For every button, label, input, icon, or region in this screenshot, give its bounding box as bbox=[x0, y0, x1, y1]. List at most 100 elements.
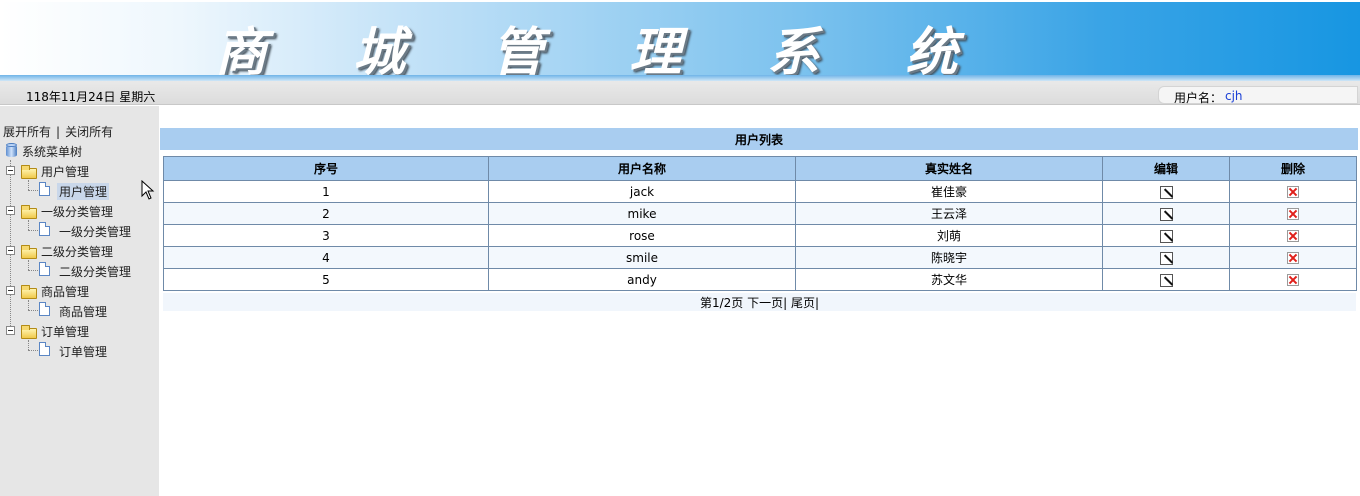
collapse-toggle-icon[interactable] bbox=[6, 286, 15, 295]
delete-icon[interactable] bbox=[1287, 230, 1299, 242]
tree-item-label: 用户管理 bbox=[57, 183, 110, 200]
folder-icon bbox=[21, 285, 37, 299]
edit-icon[interactable] bbox=[1159, 207, 1173, 221]
table-row: 3 rose 刘萌 bbox=[163, 224, 1357, 247]
tree-group-label: 商品管理 bbox=[41, 285, 90, 299]
delete-icon[interactable] bbox=[1287, 208, 1299, 220]
tree-connector bbox=[28, 220, 29, 230]
next-page-link[interactable]: 下一页 bbox=[747, 296, 783, 310]
current-date: 118年11月24日 星期六 bbox=[26, 90, 156, 104]
table-row: 1 jack 崔佳豪 bbox=[163, 180, 1357, 203]
column-header-realname: 真实姓名 bbox=[795, 156, 1103, 181]
cell-edit bbox=[1102, 224, 1230, 247]
edit-icon[interactable] bbox=[1159, 273, 1173, 287]
collapse-toggle-icon[interactable] bbox=[6, 326, 15, 335]
cell-username: jack bbox=[488, 180, 796, 203]
tree-item-label: 二级分类管理 bbox=[59, 265, 132, 279]
tree-item-label: 商品管理 bbox=[59, 305, 108, 319]
collapse-toggle-icon[interactable] bbox=[6, 246, 15, 255]
folder-icon bbox=[21, 325, 37, 339]
tree-group-label: 订单管理 bbox=[41, 325, 90, 339]
cell-realname: 崔佳豪 bbox=[795, 180, 1103, 203]
tree-item-label: 一级分类管理 bbox=[59, 225, 132, 239]
tree-root-label: 系统菜单树 bbox=[22, 145, 83, 159]
mouse-cursor-icon bbox=[141, 180, 155, 200]
main-content: 用户列表 序号 用户名称 真实姓名 编辑 删除 1 jack 崔佳豪 2 mik… bbox=[160, 106, 1360, 496]
table-row: 2 mike 王云泽 bbox=[163, 202, 1357, 225]
cell-realname: 苏文华 bbox=[795, 268, 1103, 291]
folder-icon bbox=[21, 205, 37, 219]
tree-connector bbox=[10, 160, 11, 330]
collapse-all-link[interactable]: 关闭所有 bbox=[65, 125, 113, 139]
tree-group-label: 二级分类管理 bbox=[41, 245, 114, 259]
pagination: 第1/2页 下一页| 尾页| bbox=[163, 293, 1356, 311]
user-table: 序号 用户名称 真实姓名 编辑 删除 1 jack 崔佳豪 2 mike 王云泽 bbox=[163, 156, 1357, 291]
cell-username: smile bbox=[488, 246, 796, 269]
tree-item-label: 订单管理 bbox=[59, 345, 108, 359]
edit-icon[interactable] bbox=[1159, 185, 1173, 199]
tree-connector bbox=[28, 230, 38, 231]
cell-id: 3 bbox=[163, 224, 489, 247]
cell-username: mike bbox=[488, 202, 796, 225]
collapse-toggle-icon[interactable] bbox=[6, 206, 15, 215]
table-header-row: 序号 用户名称 真实姓名 编辑 删除 bbox=[163, 156, 1357, 181]
column-header-edit: 编辑 bbox=[1102, 156, 1230, 181]
column-header-username: 用户名称 bbox=[488, 156, 796, 181]
page-icon bbox=[39, 182, 50, 196]
page-info: 第1/2页 bbox=[699, 296, 744, 310]
column-header-id: 序号 bbox=[163, 156, 489, 181]
list-title: 用户列表 bbox=[160, 128, 1358, 150]
header-banner: 商 城 管 理 系 统 bbox=[0, 2, 1360, 83]
tree-connector bbox=[28, 190, 38, 191]
last-page-link[interactable]: 尾页 bbox=[791, 296, 815, 310]
collapse-toggle-icon[interactable] bbox=[6, 166, 15, 175]
cell-edit bbox=[1102, 246, 1230, 269]
cell-delete bbox=[1229, 268, 1357, 291]
cell-edit bbox=[1102, 180, 1230, 203]
tree-controls-separator: | bbox=[56, 125, 61, 139]
user-info-box: 用户名： cjh bbox=[1158, 86, 1358, 105]
table-row: 4 smile 陈晓宇 bbox=[163, 246, 1357, 269]
user-name: cjh bbox=[1225, 89, 1243, 103]
delete-icon[interactable] bbox=[1287, 252, 1299, 264]
cell-realname: 陈晓宇 bbox=[795, 246, 1103, 269]
page-icon bbox=[39, 262, 50, 276]
tree-connector bbox=[28, 350, 38, 351]
user-label: 用户名： bbox=[1174, 91, 1223, 105]
tree-connector bbox=[28, 340, 29, 350]
page-icon bbox=[39, 222, 50, 236]
cell-delete bbox=[1229, 202, 1357, 225]
tree-connector bbox=[28, 310, 38, 311]
column-header-delete: 删除 bbox=[1229, 156, 1357, 181]
cell-delete bbox=[1229, 180, 1357, 203]
delete-icon[interactable] bbox=[1287, 274, 1299, 286]
status-bar: 118年11月24日 星期六 用户名： cjh bbox=[0, 81, 1360, 105]
table-row: 5 andy 苏文华 bbox=[163, 268, 1357, 291]
pager-separator: | bbox=[815, 296, 820, 310]
cell-id: 4 bbox=[163, 246, 489, 269]
tree-connector bbox=[28, 270, 38, 271]
tree-connector bbox=[28, 300, 29, 310]
folder-icon bbox=[21, 165, 37, 179]
tree-connector bbox=[28, 260, 29, 270]
cell-realname: 王云泽 bbox=[795, 202, 1103, 225]
edit-icon[interactable] bbox=[1159, 251, 1173, 265]
cell-id: 2 bbox=[163, 202, 489, 225]
tree-group-label: 用户管理 bbox=[41, 165, 90, 179]
cell-username: andy bbox=[488, 268, 796, 291]
pager-separator: | bbox=[783, 296, 788, 310]
tree-controls: 展开所有 | 关闭所有 bbox=[3, 123, 113, 140]
page-icon bbox=[39, 302, 50, 316]
cell-realname: 刘萌 bbox=[795, 224, 1103, 247]
edit-icon[interactable] bbox=[1159, 229, 1173, 243]
cell-edit bbox=[1102, 202, 1230, 225]
cell-id: 5 bbox=[163, 268, 489, 291]
cell-edit bbox=[1102, 268, 1230, 291]
cell-username: rose bbox=[488, 224, 796, 247]
tree-connector bbox=[28, 180, 29, 190]
cell-delete bbox=[1229, 224, 1357, 247]
delete-icon[interactable] bbox=[1287, 186, 1299, 198]
database-icon bbox=[6, 143, 17, 158]
page-icon bbox=[39, 342, 50, 356]
expand-all-link[interactable]: 展开所有 bbox=[3, 125, 51, 139]
